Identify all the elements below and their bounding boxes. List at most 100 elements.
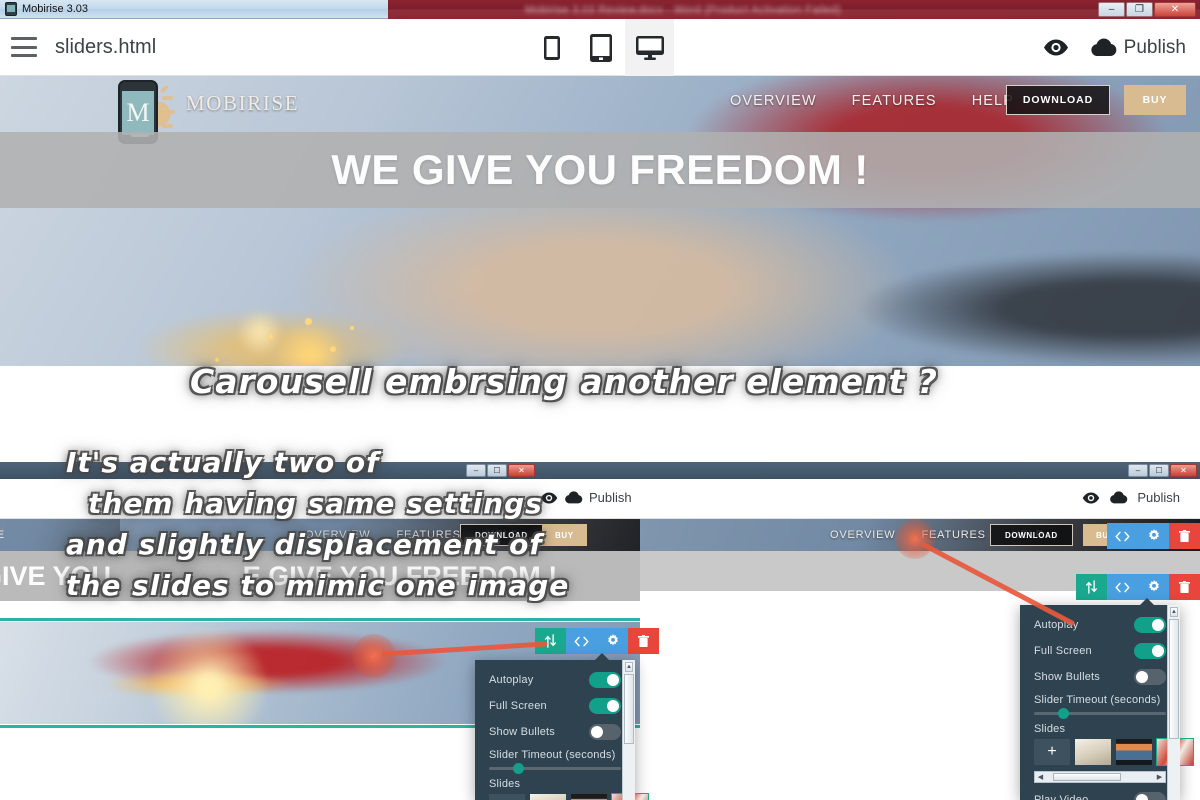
block-toolbar-left: [535, 628, 659, 654]
inset-maximize-button[interactable]: ☐: [1149, 464, 1169, 477]
window-titlebar: Mobirise 3.03 Mobirise 3.03 Review.docx …: [0, 0, 1200, 19]
show-bullets-toggle[interactable]: [589, 724, 621, 740]
setting-row-showbullets[interactable]: Show Bullets: [475, 719, 635, 745]
spark: [305, 318, 312, 325]
panel-scroll-thumb[interactable]: [624, 674, 634, 744]
slide-thumb-1[interactable]: [1075, 739, 1111, 765]
autoplay-toggle[interactable]: [589, 672, 621, 688]
range-handle[interactable]: [1057, 708, 1069, 719]
nav-link-features[interactable]: FEATURES: [922, 529, 986, 541]
spark: [268, 334, 273, 339]
settings-button[interactable]: [1138, 574, 1169, 600]
publish-label: Publish: [1123, 36, 1186, 58]
panel-vertical-scrollbar[interactable]: ▲: [1167, 605, 1180, 800]
fullscreen-toggle[interactable]: [1134, 643, 1166, 659]
slide-thumb-2[interactable]: [1116, 739, 1152, 765]
move-button[interactable]: [535, 628, 566, 654]
cloud-upload-icon[interactable]: [1109, 491, 1128, 504]
range-handle[interactable]: [512, 763, 524, 774]
nav-link-overview[interactable]: OVERVIEW: [305, 529, 371, 541]
inset-minimize-button[interactable]: –: [466, 464, 486, 477]
move-updown-icon: [1086, 580, 1097, 594]
fullscreen-toggle[interactable]: [589, 698, 621, 714]
site-preview: M MOBIRISE OVERVIEW FEATURES HELP DOWNLO…: [0, 76, 1200, 460]
device-desktop-button[interactable]: [625, 19, 674, 76]
nav-link-overview[interactable]: OVERVIEW: [830, 529, 896, 541]
code-button[interactable]: [1107, 523, 1138, 549]
inset-maximize-button[interactable]: ☐: [487, 464, 507, 477]
eye-icon[interactable]: [1082, 491, 1100, 504]
code-brackets-icon: [574, 636, 589, 646]
cloud-upload-icon[interactable]: [564, 491, 583, 504]
slide-thumbnails: +: [1020, 738, 1194, 766]
nav-link-overview[interactable]: OVERVIEW: [730, 93, 817, 109]
nav-link-features[interactable]: FEATURES: [852, 93, 937, 109]
delete-button[interactable]: [1169, 574, 1200, 600]
inset-minimize-button[interactable]: –: [1128, 464, 1148, 477]
window-controls: – ❐ ✕: [1098, 2, 1196, 17]
setting-row-autoplay[interactable]: Autoplay: [475, 667, 635, 693]
download-button[interactable]: DOWNLOAD: [990, 524, 1073, 546]
nav-link-features[interactable]: FEATURES: [397, 529, 461, 541]
close-button[interactable]: ✕: [1154, 2, 1196, 17]
autoplay-toggle[interactable]: [1134, 617, 1166, 633]
slides-horizontal-scrollbar[interactable]: ◀ ▶: [1034, 771, 1166, 783]
show-bullets-toggle[interactable]: [1134, 669, 1166, 685]
panel-vertical-scrollbar[interactable]: ▲: [622, 660, 635, 800]
setting-row-fullscreen[interactable]: Full Screen: [1020, 638, 1180, 664]
play-video-toggle[interactable]: [1134, 792, 1166, 800]
setting-row-autoplay[interactable]: Autoplay: [1020, 612, 1180, 638]
gear-icon: [607, 634, 618, 646]
settings-button[interactable]: [597, 628, 628, 654]
scroll-thumb[interactable]: [1053, 773, 1121, 781]
sun-ray: [162, 110, 175, 114]
code-button[interactable]: [566, 628, 597, 654]
buy-button[interactable]: BUY: [1124, 85, 1186, 115]
minimize-button[interactable]: –: [1098, 2, 1125, 17]
device-tablet-button[interactable]: [576, 19, 625, 76]
scroll-right-arrow[interactable]: ▶: [1154, 773, 1165, 781]
eye-icon[interactable]: [540, 491, 558, 504]
publish-button[interactable]: Publish: [1090, 37, 1186, 59]
setting-row-showbullets[interactable]: Show Bullets: [1020, 664, 1180, 690]
preview-button[interactable]: [1043, 39, 1069, 56]
gear-icon: [1148, 580, 1159, 592]
slide-thumb-1[interactable]: [530, 794, 566, 800]
inset-right-preview-publish: Publish: [1082, 490, 1180, 505]
inset-close-button[interactable]: ✕: [508, 464, 535, 477]
scroll-up-arrow[interactable]: ▲: [625, 662, 633, 672]
panel-scroll-thumb[interactable]: [1169, 619, 1179, 739]
range-track[interactable]: [1034, 708, 1166, 719]
slide-thumb-2[interactable]: [571, 794, 607, 800]
download-button[interactable]: DOWNLOAD: [460, 524, 543, 546]
hamburger-icon[interactable]: [11, 37, 37, 57]
scroll-left-arrow[interactable]: ◀: [1035, 773, 1046, 781]
inset-right-toolbar: Publish: [640, 479, 1200, 519]
setting-row-fullscreen[interactable]: Full Screen: [475, 693, 635, 719]
slider-timeout-range[interactable]: [1020, 708, 1180, 719]
add-slide-button[interactable]: +: [489, 794, 525, 800]
document-name: sliders.html: [55, 35, 157, 58]
download-button[interactable]: DOWNLOAD: [1006, 85, 1110, 115]
device-phone-button[interactable]: [527, 19, 576, 76]
inset-right-publish-label: Publish: [1137, 490, 1180, 505]
slider-timeout-label: Slider Timeout (seconds): [1034, 694, 1161, 706]
settings-button[interactable]: [1138, 523, 1169, 549]
code-button[interactable]: [1107, 574, 1138, 600]
delete-button[interactable]: [628, 628, 659, 654]
delete-button[interactable]: [1169, 523, 1200, 549]
tablet-icon: [589, 33, 612, 62]
scroll-up-arrow[interactable]: ▲: [1170, 607, 1178, 617]
slider-settings-panel-right: Autoplay Full Screen Show Bullets Slider…: [1020, 598, 1194, 800]
slider-timeout-range[interactable]: [475, 763, 635, 774]
setting-row-playvideo[interactable]: Play Video: [1020, 787, 1180, 800]
move-button[interactable]: [1076, 574, 1107, 600]
slider-settings-panel-left: Autoplay Full Screen Show Bullets Slider…: [475, 653, 649, 800]
buy-button[interactable]: BUY: [542, 524, 587, 546]
add-slide-button[interactable]: +: [1034, 739, 1070, 765]
range-track[interactable]: [489, 763, 621, 774]
maximize-button[interactable]: ❐: [1126, 2, 1153, 17]
inset-middle-window-controls: – ☐ ✕: [466, 464, 535, 477]
move-updown-icon: [545, 634, 556, 648]
inset-close-button[interactable]: ✕: [1170, 464, 1197, 477]
